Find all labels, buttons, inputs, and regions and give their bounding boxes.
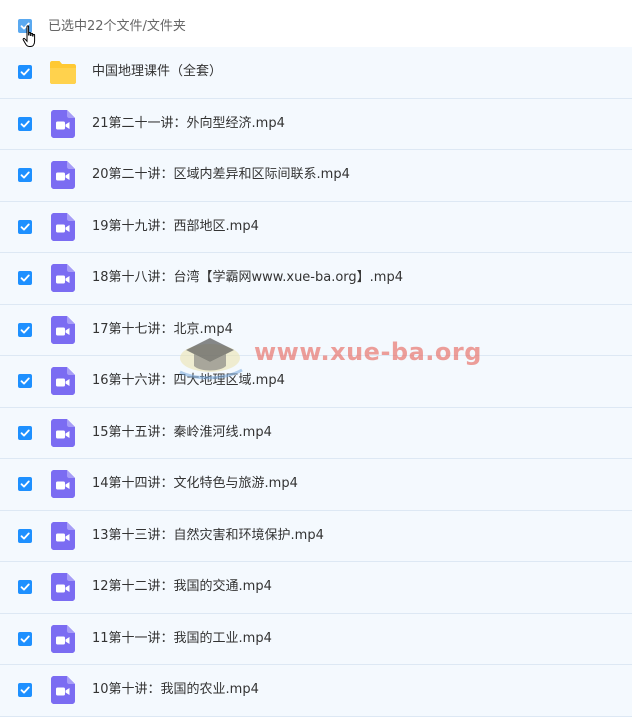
file-list: 中国地理课件（全套） 21第二十一讲：外向型经济.mp4 20第二十讲：区域内差异和…	[0, 47, 632, 717]
row-checkbox[interactable]	[18, 374, 32, 389]
selection-count-label: 已选中22个文件/文件夹	[48, 19, 186, 34]
file-row[interactable]: 14第十四讲：文化特色与旅游.mp4	[0, 459, 632, 511]
file-name[interactable]: 16第十六讲：四大地理区域.mp4	[92, 371, 285, 391]
video-file-icon	[51, 212, 75, 241]
file-row[interactable]: 18第十八讲：台湾【学霸网www.xue-ba.org】.mp4	[0, 253, 632, 305]
file-row[interactable]: 12第十二讲：我国的交通.mp4	[0, 562, 632, 614]
row-checkbox[interactable]	[18, 322, 32, 337]
file-name[interactable]: 11第十一讲：我国的工业.mp4	[92, 629, 272, 649]
checkmark-icon	[20, 635, 30, 643]
row-checkbox[interactable]	[18, 425, 32, 440]
row-checkbox[interactable]	[18, 580, 32, 595]
row-checkbox[interactable]	[18, 631, 32, 646]
file-row[interactable]: 21第二十一讲：外向型经济.mp4	[0, 98, 632, 150]
file-row[interactable]: 17第十七讲：北京.mp4	[0, 304, 632, 356]
file-name[interactable]: 15第十五讲：秦岭淮河线.mp4	[92, 423, 272, 443]
row-checkbox[interactable]	[18, 271, 32, 286]
video-file-icon	[51, 264, 75, 293]
file-row[interactable]: 16第十六讲：四大地理区域.mp4	[0, 356, 632, 408]
row-checkbox[interactable]	[18, 168, 32, 183]
folder-icon	[50, 61, 76, 85]
video-file-icon	[51, 161, 75, 190]
file-name[interactable]: 17第十七讲：北京.mp4	[92, 320, 233, 340]
checkmark-icon	[20, 120, 30, 128]
video-file-icon	[51, 573, 75, 602]
video-file-icon	[51, 521, 75, 550]
checkmark-icon	[20, 171, 30, 179]
file-row[interactable]: 15第十五讲：秦岭淮河线.mp4	[0, 407, 632, 459]
checkmark-icon	[20, 480, 30, 488]
video-file-icon	[51, 418, 75, 447]
checkmark-icon	[20, 377, 30, 385]
file-row[interactable]: 19第十九讲：西部地区.mp4	[0, 201, 632, 253]
checkmark-icon	[20, 223, 30, 231]
row-checkbox[interactable]	[18, 219, 32, 234]
checkmark-icon	[20, 532, 30, 540]
video-file-icon	[51, 470, 75, 499]
file-name[interactable]: 20第二十讲：区域内差异和区际间联系.mp4	[92, 165, 350, 185]
video-file-icon	[51, 676, 75, 705]
row-checkbox[interactable]	[18, 65, 32, 80]
checkmark-icon	[20, 68, 30, 76]
file-name[interactable]: 21第二十一讲：外向型经济.mp4	[92, 114, 285, 134]
row-checkbox[interactable]	[18, 528, 32, 543]
file-name[interactable]: 13第十三讲：自然灾害和环境保护.mp4	[92, 526, 324, 546]
video-file-icon	[51, 109, 75, 138]
file-name[interactable]: 12第十二讲：我国的交通.mp4	[92, 577, 272, 597]
checkmark-icon	[20, 583, 30, 591]
file-name[interactable]: 中国地理课件（全套）	[92, 62, 222, 82]
file-name[interactable]: 14第十四讲：文化特色与旅游.mp4	[92, 474, 298, 494]
selection-header: 已选中22个文件/文件夹	[0, 0, 632, 47]
file-row[interactable]: 10第十讲：我国的农业.mp4	[0, 665, 632, 717]
video-file-icon	[51, 315, 75, 344]
file-name[interactable]: 18第十八讲：台湾【学霸网www.xue-ba.org】.mp4	[92, 268, 403, 288]
video-file-icon	[51, 367, 75, 396]
row-checkbox[interactable]	[18, 116, 32, 131]
checkmark-icon	[20, 274, 30, 282]
file-name[interactable]: 19第十九讲：西部地区.mp4	[92, 217, 259, 237]
row-checkbox[interactable]	[18, 477, 32, 492]
file-row[interactable]: 20第二十讲：区域内差异和区际间联系.mp4	[0, 150, 632, 202]
checkmark-icon	[20, 429, 30, 437]
file-row[interactable]: 11第十一讲：我国的工业.mp4	[0, 613, 632, 665]
file-row[interactable]: 13第十三讲：自然灾害和环境保护.mp4	[0, 510, 632, 562]
checkmark-icon	[20, 326, 30, 334]
row-checkbox[interactable]	[18, 683, 32, 698]
folder-row[interactable]: 中国地理课件（全套）	[0, 47, 632, 99]
file-name[interactable]: 10第十讲：我国的农业.mp4	[92, 680, 259, 700]
checkmark-icon	[20, 686, 30, 694]
video-file-icon	[51, 624, 75, 653]
